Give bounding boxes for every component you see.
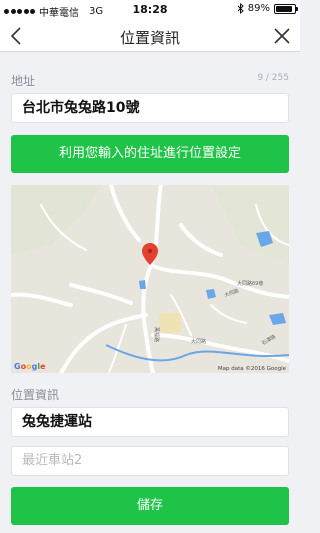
status-right: 89%: [237, 3, 298, 14]
battery-icon: [274, 3, 298, 14]
address-input[interactable]: 台北市兔兔路10號: [11, 93, 289, 123]
nav-bar: 位置資訊: [0, 20, 300, 52]
nearest-station-input[interactable]: 最近車站2: [11, 446, 289, 476]
station-input[interactable]: 兔兔捷運站: [11, 407, 289, 437]
address-label: 地址: [11, 74, 36, 88]
status-bar: 中華電信 3G 18:28 89%: [0, 0, 300, 20]
close-button[interactable]: [270, 24, 294, 48]
road-label: 大同路69巷: [237, 280, 263, 287]
set-location-from-address-button[interactable]: 利用您輸入的住址進行位置設定: [11, 135, 289, 173]
page-title: 位置資訊: [119, 29, 180, 47]
close-icon: [274, 28, 290, 44]
google-logo: Google: [14, 362, 46, 371]
road-label: 大同路: [191, 338, 206, 345]
character-counter: 9 / 255: [257, 73, 289, 83]
map-canvas: 大同路 大同路 石潭路 大同路69巷 萬福路: [11, 185, 289, 373]
location-info-label: 位置資訊: [11, 388, 60, 402]
bluetooth-icon: [237, 3, 244, 14]
map-credit: Map data ©2016 Google: [217, 366, 286, 372]
road-label: 萬福路: [153, 327, 160, 342]
save-button[interactable]: 儲存: [11, 487, 289, 525]
map-view[interactable]: 大同路 大同路 石潭路 大同路69巷 萬福路 Google Map data ©…: [11, 185, 289, 373]
battery-percent: 89%: [247, 3, 270, 14]
